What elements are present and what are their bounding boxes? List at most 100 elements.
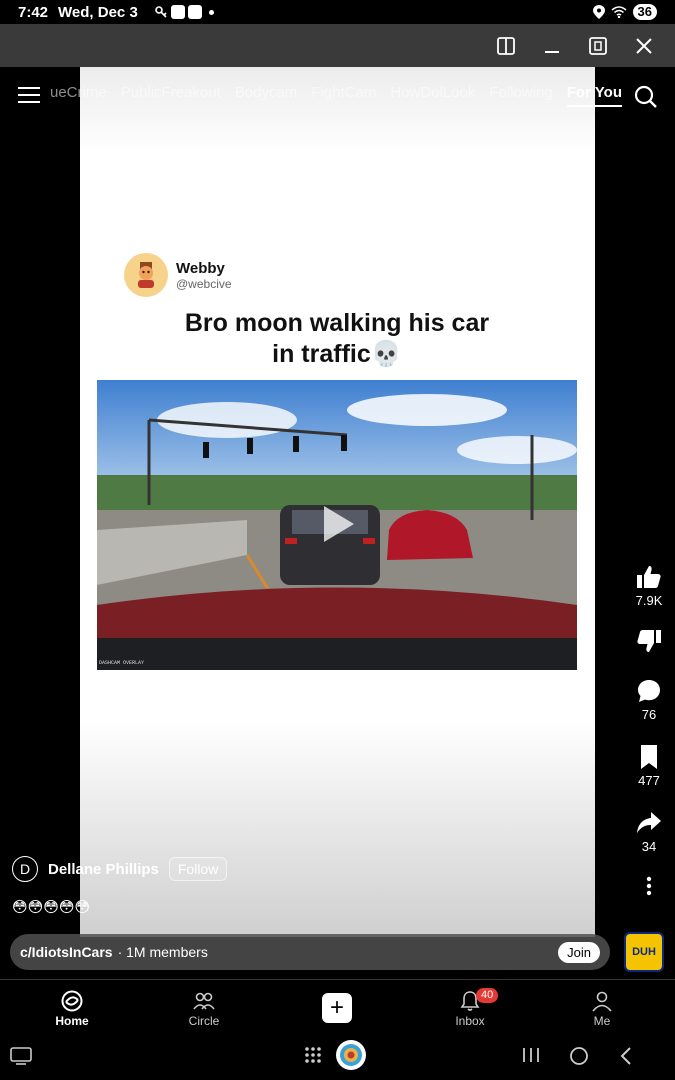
back-chevron-icon [620, 1047, 631, 1065]
tweet-text: Bro moon walking his car in traffic💀 [97, 308, 577, 370]
hamburger-icon-line [18, 94, 40, 96]
tab-for-you[interactable]: For You [566, 84, 623, 107]
plus-icon: + [329, 994, 344, 1021]
tweet-avatar [124, 253, 168, 297]
maximize-button[interactable] [589, 36, 607, 55]
svg-text:DASHCAM OVERLAY: DASHCAM OVERLAY [99, 660, 144, 666]
like-button[interactable]: 7.9K [622, 564, 675, 608]
like-count: 7.9K [635, 593, 663, 608]
more-vertical-icon [646, 876, 652, 896]
character-avatar-icon [138, 262, 154, 288]
comment-icon [638, 680, 660, 702]
recent-apps-button[interactable] [522, 1046, 540, 1069]
tab-bodycam[interactable]: Bodycam [235, 84, 298, 107]
back-button[interactable] [618, 1046, 634, 1071]
app-icon [336, 1040, 366, 1070]
community-thumbnail-text: DUH [632, 946, 656, 958]
minimize-button[interactable] [543, 37, 561, 55]
system-navigation-bar [0, 1032, 675, 1080]
inbox-badge: 40 [476, 988, 499, 1003]
thumbs-down-icon [637, 630, 661, 652]
pinned-app-button[interactable] [335, 1039, 367, 1076]
status-bar: 7:42 Wed, Dec 3 36 [0, 0, 675, 24]
feed-tabs: ueCrime PublicFreakout Bodycam FightCam … [50, 84, 623, 107]
home-circle-icon [570, 1047, 588, 1065]
save-button[interactable]: 477 [622, 744, 675, 788]
tab-following[interactable]: Following [489, 84, 552, 107]
post-author: D Dellane Phillips Follow [12, 856, 228, 882]
screen-capture-button[interactable] [10, 1046, 32, 1071]
share-button[interactable]: 34 [622, 810, 675, 854]
recents-icon [523, 1048, 539, 1062]
location-icon [592, 5, 605, 19]
community-name[interactable]: c/IdiotsInCars [20, 944, 113, 960]
grid-icon [305, 1047, 321, 1063]
play-icon [324, 506, 354, 542]
menu-button[interactable] [18, 87, 40, 103]
save-count: 477 [638, 773, 660, 788]
date: Wed, Dec 3 [58, 3, 138, 21]
feed-tab-bar: ueCrime PublicFreakout Bodycam FightCam … [0, 67, 675, 123]
share-count: 34 [641, 839, 657, 854]
profile-icon [592, 991, 612, 1012]
tweet-author-name: Webby [176, 259, 225, 277]
nav-circle-label: Circle [188, 1014, 220, 1028]
tab-fightcam[interactable]: FightCam [311, 84, 376, 107]
window-control-bar [0, 24, 675, 67]
tab-howdoilook[interactable]: HowDolLook [390, 84, 475, 107]
nav-circle[interactable]: Circle [164, 990, 244, 1028]
tab-publicfreakout[interactable]: PublicFreakout [121, 84, 221, 107]
group-icon [193, 992, 215, 1010]
tweet-header: Webby @webcive [124, 253, 232, 297]
notification-icons [154, 5, 214, 19]
split-view-button[interactable] [497, 36, 515, 55]
app-notification-icon [187, 5, 202, 19]
search-icon [634, 85, 657, 108]
wifi-icon [611, 6, 627, 18]
community-bar[interactable]: c/IdiotsInCars · 1M members Join [10, 934, 610, 970]
hamburger-icon [18, 87, 40, 89]
bottom-navigation: Home Circle + Inbox 40 Me [0, 980, 675, 1032]
nav-home-label: Home [55, 1014, 89, 1028]
maximize-icon [589, 36, 607, 55]
author-avatar[interactable]: D [12, 856, 38, 882]
hamburger-icon-line [18, 101, 40, 103]
close-icon [636, 37, 652, 54]
split-view-icon [497, 36, 515, 55]
battery-indicator: 36 [632, 4, 657, 20]
nav-inbox-label: Inbox [455, 1014, 485, 1028]
more-notifications-icon [208, 9, 214, 15]
follow-button[interactable]: Follow [168, 857, 228, 881]
nav-me[interactable]: Me [562, 990, 642, 1028]
nav-home[interactable]: Home [32, 990, 112, 1028]
post-caption: 😳😳😳😳😳 [12, 899, 91, 916]
dislike-button[interactable] [622, 628, 675, 657]
share-icon [637, 812, 661, 833]
more-options-button[interactable] [622, 876, 675, 899]
create-post-button[interactable]: + [322, 993, 352, 1023]
bookmark-icon [641, 745, 657, 769]
author-name[interactable]: Dellane Phillips [48, 861, 159, 878]
comment-button[interactable]: 76 [622, 678, 675, 722]
tweet-text-line: Bro moon walking his car [184, 309, 490, 337]
minimize-icon [545, 50, 559, 53]
tweet-text-line: in traffic💀 [272, 340, 402, 368]
app-drawer-button[interactable] [304, 1046, 322, 1069]
home-icon [61, 990, 83, 1012]
nav-me-label: Me [593, 1014, 611, 1028]
thumbs-up-icon [637, 566, 661, 588]
tweet-author-handle: @webcive [176, 276, 232, 291]
community-thumbnail[interactable]: DUH [624, 932, 664, 972]
key-icon [154, 6, 167, 18]
comment-count: 76 [641, 707, 657, 722]
community-members: · 1M members [117, 944, 208, 960]
play-button[interactable] [312, 500, 360, 548]
clock: 7:42 [18, 3, 49, 21]
search-button[interactable] [634, 85, 658, 109]
join-button[interactable]: Join [558, 941, 600, 963]
screen-capture-icon [10, 1047, 32, 1065]
home-system-button[interactable] [569, 1046, 589, 1071]
nav-inbox[interactable]: Inbox 40 [430, 988, 510, 1028]
close-window-button[interactable] [635, 37, 653, 55]
tab-truecrime[interactable]: ueCrime [50, 84, 107, 107]
